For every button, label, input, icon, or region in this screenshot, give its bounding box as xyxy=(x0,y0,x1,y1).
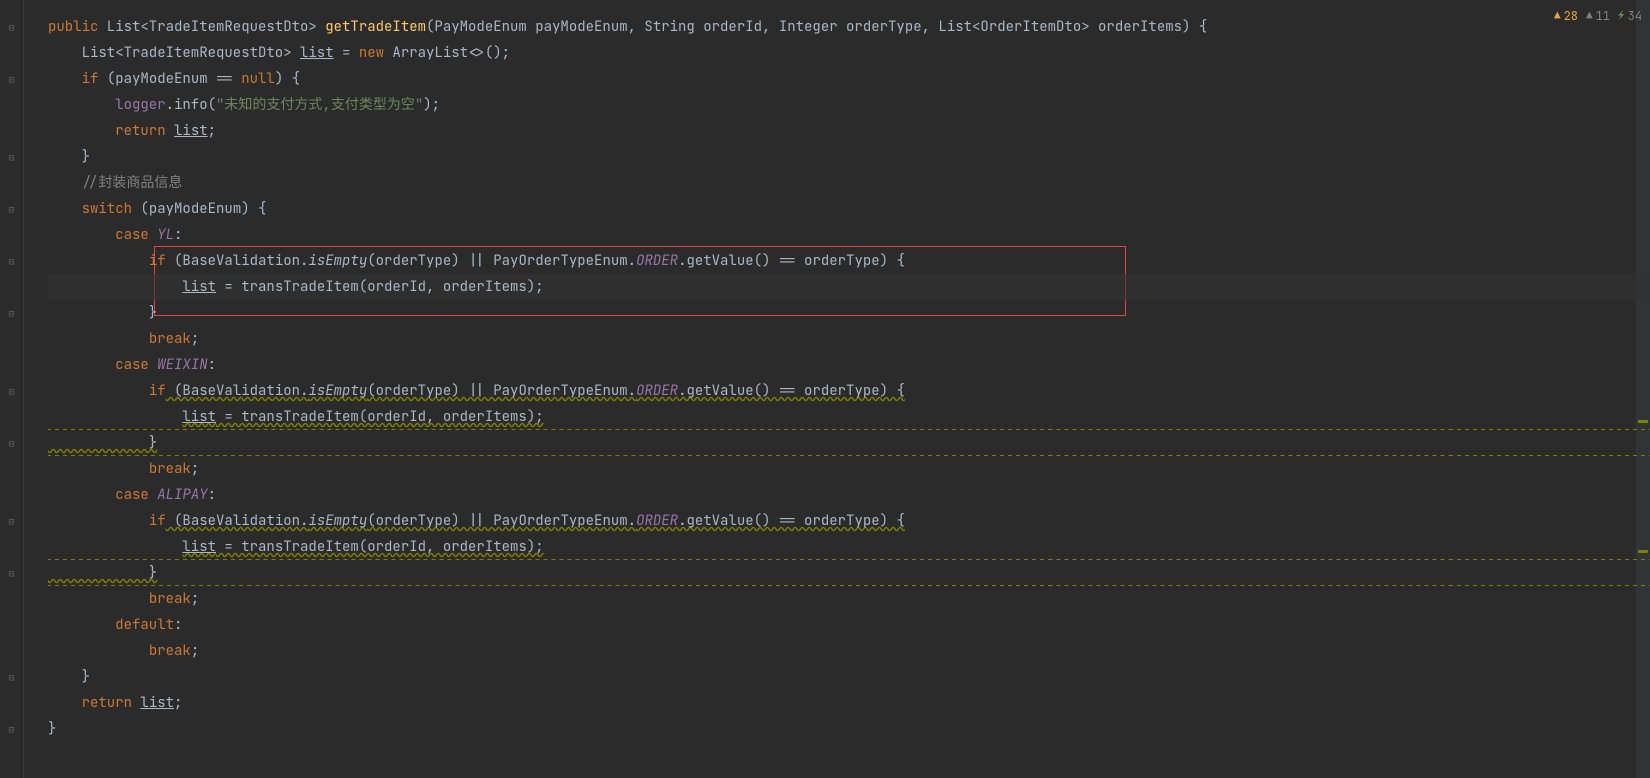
fold-icon[interactable] xyxy=(0,456,23,482)
fold-icon[interactable]: ⊟ xyxy=(0,196,23,222)
code-line[interactable]: List<TradeItemRequestDto> list = new Arr… xyxy=(48,40,1650,66)
fold-icon[interactable]: ⊟ xyxy=(0,248,23,274)
fold-icon[interactable] xyxy=(0,326,23,352)
code-line[interactable]: public List<TradeItemRequestDto> getTrad… xyxy=(48,14,1650,40)
code-line[interactable]: break; xyxy=(48,456,1650,482)
fold-icon[interactable]: ⊟ xyxy=(0,430,23,456)
code-line[interactable]: } xyxy=(48,716,1650,742)
code-line[interactable]: list = transTradeItem(orderId, orderItem… xyxy=(48,274,1650,300)
check-count: 34 xyxy=(1628,8,1642,24)
code-line[interactable]: break; xyxy=(48,586,1650,612)
code-line[interactable]: } xyxy=(48,560,1650,586)
code-line[interactable]: } xyxy=(48,664,1650,690)
warning-icon: ▲ xyxy=(1586,9,1593,23)
code-line[interactable]: break; xyxy=(48,638,1650,664)
code-line[interactable]: return list; xyxy=(48,118,1650,144)
code-line[interactable]: list = transTradeItem(orderId, orderItem… xyxy=(48,534,1650,560)
warning-badge-28[interactable]: ▲ 28 xyxy=(1554,8,1578,24)
fold-icon[interactable] xyxy=(0,586,23,612)
fold-icon[interactable] xyxy=(0,638,23,664)
fold-icon[interactable] xyxy=(0,170,23,196)
fold-icon[interactable] xyxy=(0,690,23,716)
fold-icon[interactable]: ⊟ xyxy=(0,66,23,92)
fold-icon[interactable]: ⊟ xyxy=(0,144,23,170)
code-line[interactable]: if (BaseValidation.isEmpty(orderType) ||… xyxy=(48,378,1650,404)
code-line[interactable]: } xyxy=(48,144,1650,170)
fold-icon[interactable] xyxy=(0,118,23,144)
fold-icon[interactable] xyxy=(0,352,23,378)
warning-count: 11 xyxy=(1596,8,1610,24)
fold-icon[interactable] xyxy=(0,40,23,66)
code-line[interactable]: logger.info("未知的支付方式,支付类型为空"); xyxy=(48,92,1650,118)
fold-icon[interactable]: ⊟ xyxy=(0,300,23,326)
check-badge-34[interactable]: ⚡ 34 xyxy=(1618,8,1642,24)
code-line[interactable]: break; xyxy=(48,326,1650,352)
code-area[interactable]: public List<TradeItemRequestDto> getTrad… xyxy=(24,0,1650,778)
code-line[interactable]: if (BaseValidation.isEmpty(orderType) ||… xyxy=(48,248,1650,274)
code-line[interactable]: case WEIXIN: xyxy=(48,352,1650,378)
fold-icon[interactable]: ⊟ xyxy=(0,14,23,40)
code-line[interactable]: list = transTradeItem(orderId, orderItem… xyxy=(48,404,1650,430)
fold-icon[interactable] xyxy=(0,482,23,508)
code-line[interactable]: case YL: xyxy=(48,222,1650,248)
fold-icon[interactable] xyxy=(0,534,23,560)
gutter[interactable]: ⊟ ⊟ ⊟ ⊟ ⊟ ⊟ ⊟ ⊟ ⊟ ⊟ ⊟ ⊟ xyxy=(0,0,24,778)
fold-icon[interactable] xyxy=(0,404,23,430)
code-line[interactable]: return list; xyxy=(48,690,1650,716)
code-line[interactable]: default: xyxy=(48,612,1650,638)
fold-icon[interactable] xyxy=(0,92,23,118)
fold-icon[interactable]: ⊟ xyxy=(0,716,23,742)
fold-icon[interactable]: ⊟ xyxy=(0,664,23,690)
code-line[interactable]: if (BaseValidation.isEmpty(orderType) ||… xyxy=(48,508,1650,534)
fold-icon[interactable]: ⊟ xyxy=(0,560,23,586)
warning-count: 28 xyxy=(1564,8,1578,24)
code-line[interactable]: } xyxy=(48,430,1650,456)
fold-icon[interactable]: ⊟ xyxy=(0,508,23,534)
fold-icon[interactable]: ⊟ xyxy=(0,378,23,404)
warning-icon: ▲ xyxy=(1554,9,1561,23)
warning-badge-11[interactable]: ▲ 11 xyxy=(1586,8,1610,24)
code-line[interactable]: } xyxy=(48,300,1650,326)
inspection-badges: ▲ 28 ▲ 11 ⚡ 34 xyxy=(1554,8,1642,24)
code-line[interactable]: //封装商品信息 xyxy=(48,170,1650,196)
code-line[interactable]: if (payModeEnum == null) { xyxy=(48,66,1650,92)
code-line[interactable]: case ALIPAY: xyxy=(48,482,1650,508)
check-icon: ⚡ xyxy=(1618,9,1625,23)
code-line[interactable]: switch (payModeEnum) { xyxy=(48,196,1650,222)
editor-container: ⊟ ⊟ ⊟ ⊟ ⊟ ⊟ ⊟ ⊟ ⊟ ⊟ ⊟ ⊟ public List<Trad… xyxy=(0,0,1650,778)
fold-icon[interactable] xyxy=(0,274,23,300)
fold-icon[interactable] xyxy=(0,222,23,248)
fold-icon[interactable] xyxy=(0,612,23,638)
